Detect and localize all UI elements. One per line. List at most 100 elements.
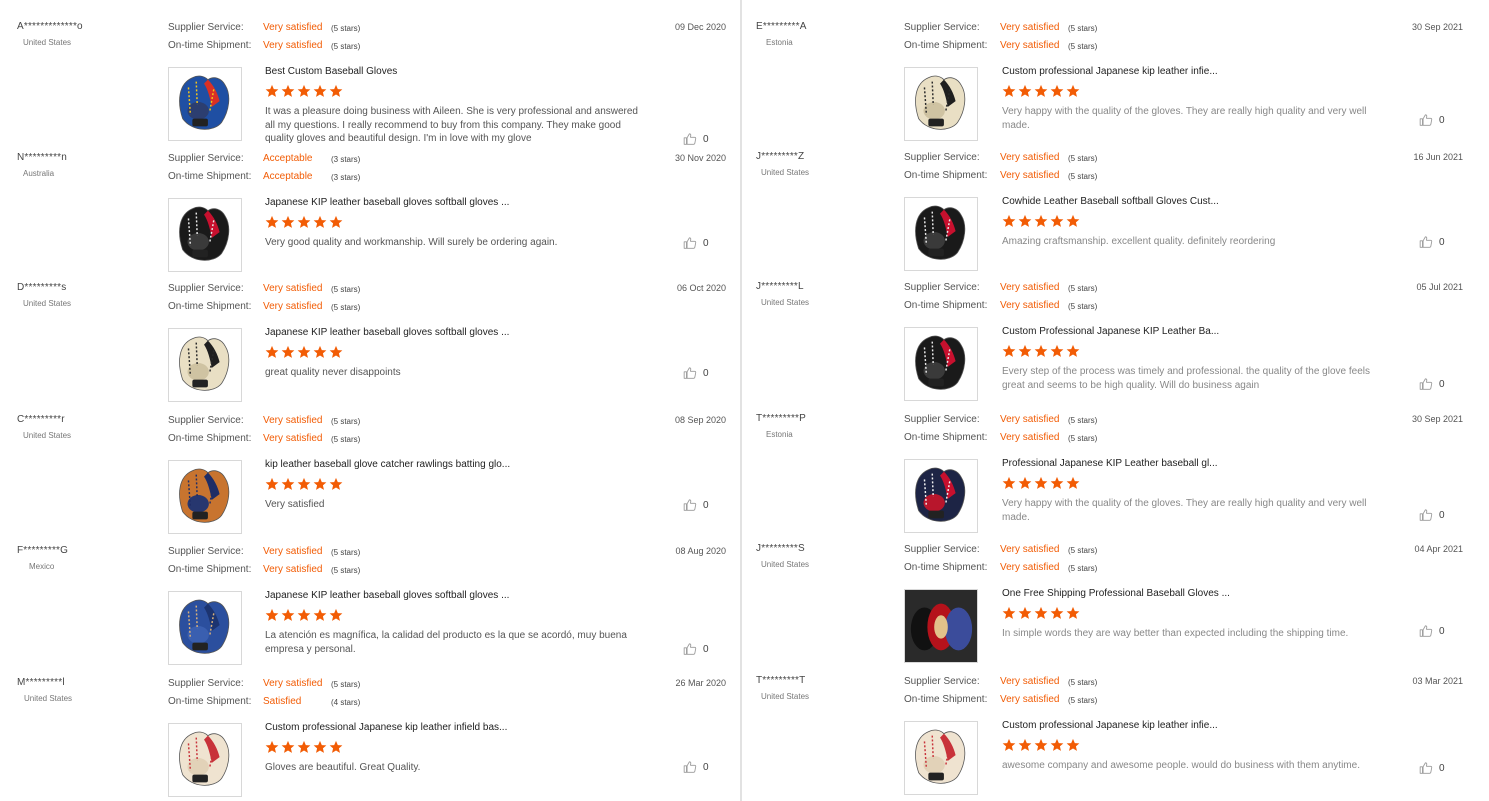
buyer-name: T*********P <box>756 413 807 424</box>
product-title-link[interactable]: Professional Japanese KIP Leather baseba… <box>1002 458 1218 469</box>
product-thumbnail[interactable] <box>168 723 242 797</box>
helpful-count: 0 <box>1439 114 1445 126</box>
star-icon <box>281 608 295 621</box>
star-icon <box>281 477 295 490</box>
star-icon <box>297 345 311 358</box>
product-thumbnail[interactable] <box>168 328 242 402</box>
thumbs-up-icon[interactable] <box>1419 377 1433 391</box>
helpful-count: 0 <box>1439 236 1445 248</box>
product-thumbnail[interactable] <box>168 591 242 665</box>
ontime-shipment-stars: (5 stars) <box>331 42 361 51</box>
review-item: T*********T United States Supplier Service… <box>741 654 1489 795</box>
product-title-link[interactable]: Custom Professional Japanese KIP Leather… <box>1002 326 1219 337</box>
star-icon <box>313 215 327 228</box>
thumbs-up-icon[interactable] <box>1419 235 1433 249</box>
thumbs-up-icon[interactable] <box>683 366 697 380</box>
ontime-shipment-rating: Very satisfied <box>263 564 323 575</box>
star-icon <box>1066 606 1080 619</box>
thumbs-up-icon[interactable] <box>683 498 697 512</box>
thumbs-up-icon[interactable] <box>683 642 697 656</box>
helpful-button[interactable]: 0 <box>683 366 709 380</box>
supplier-service-label: Supplier Service: <box>168 415 244 426</box>
product-title-link[interactable]: Best Custom Baseball Gloves <box>265 66 397 77</box>
thumbs-up-icon[interactable] <box>683 236 697 250</box>
star-icon <box>313 84 327 97</box>
gloves-dark-group-icon <box>905 590 977 662</box>
helpful-button[interactable]: 0 <box>1419 761 1445 775</box>
thumbs-up-icon[interactable] <box>1419 624 1433 638</box>
ontime-shipment-rating: Very satisfied <box>1000 432 1060 443</box>
supplier-service-label: Supplier Service: <box>168 678 244 689</box>
star-icon <box>313 740 327 753</box>
buyer-name: M*********l <box>17 677 65 688</box>
reviews-column-left: A*************o United States Supplier Ser… <box>0 0 740 801</box>
product-title-link[interactable]: Japanese KIP leather baseball gloves sof… <box>265 197 509 208</box>
ontime-shipment-label: On-time Shipment: <box>168 564 252 575</box>
product-title-link[interactable]: Custom professional Japanese kip leather… <box>1002 66 1218 77</box>
glove-cream-red-icon <box>169 724 241 796</box>
ontime-shipment-rating: Very satisfied <box>263 40 323 51</box>
star-icon <box>281 345 295 358</box>
ontime-shipment-stars: (5 stars) <box>331 566 361 575</box>
helpful-button[interactable]: 0 <box>1419 624 1445 638</box>
helpful-button[interactable]: 0 <box>683 760 709 774</box>
ontime-shipment-label: On-time Shipment: <box>168 301 252 312</box>
star-icon <box>1018 476 1032 489</box>
star-icon <box>265 84 279 97</box>
supplier-service-rating: Acceptable <box>263 153 313 164</box>
review-comment: Very good quality and workmanship. Will … <box>265 237 558 248</box>
helpful-button[interactable]: 0 <box>1419 377 1445 391</box>
review-comment: awesome company and awesome people. woul… <box>1002 760 1360 771</box>
star-icon <box>281 84 295 97</box>
ontime-shipment-label: On-time Shipment: <box>904 694 988 705</box>
helpful-button[interactable]: 0 <box>683 642 709 656</box>
star-icon <box>1050 606 1064 619</box>
review-date: 05 Jul 2021 <box>1416 282 1463 292</box>
buyer-country: United States <box>23 431 72 440</box>
star-icon <box>1002 476 1016 489</box>
product-title-link[interactable]: Japanese KIP leather baseball gloves sof… <box>265 327 509 338</box>
product-title-link[interactable]: Japanese KIP leather baseball gloves sof… <box>265 590 509 601</box>
product-title-link[interactable]: Custom professional Japanese kip leather… <box>265 722 507 733</box>
star-icon <box>297 608 311 621</box>
review-date: 06 Oct 2020 <box>676 283 726 293</box>
helpful-button[interactable]: 0 <box>683 498 709 512</box>
product-title-link[interactable]: One Free Shipping Professional Baseball … <box>1002 588 1230 599</box>
review-item: D*********s United States Supplier Service… <box>0 261 740 402</box>
ontime-shipment-rating: Very satisfied <box>1000 694 1060 705</box>
supplier-service-label: Supplier Service: <box>904 414 980 425</box>
product-thumbnail[interactable] <box>904 589 978 663</box>
buyer-name: J*********S <box>756 543 805 554</box>
helpful-count: 0 <box>703 499 709 511</box>
supplier-service-label: Supplier Service: <box>168 546 244 557</box>
product-title-link[interactable]: Custom professional Japanese kip leather… <box>1002 720 1218 731</box>
product-thumbnail[interactable] <box>168 460 242 534</box>
supplier-service-stars: (5 stars) <box>1068 24 1098 33</box>
review-item: T*********P Estonia Supplier Service: Very … <box>741 392 1489 533</box>
star-icon <box>1002 606 1016 619</box>
star-icon <box>1050 476 1064 489</box>
thumbs-up-icon[interactable] <box>1419 761 1433 775</box>
review-item: N*********n Australia Supplier Service: Acc… <box>0 131 740 272</box>
product-title-link[interactable]: Cowhide Leather Baseball softball Gloves… <box>1002 196 1219 207</box>
buyer-country: United States <box>761 168 810 177</box>
helpful-button[interactable]: 0 <box>1419 235 1445 249</box>
product-thumbnail[interactable] <box>904 327 978 401</box>
star-icon <box>1050 738 1064 751</box>
review-star-rating <box>265 477 343 493</box>
buyer-country: United States <box>23 299 72 308</box>
helpful-button[interactable]: 0 <box>1419 508 1445 522</box>
product-thumbnail[interactable] <box>904 721 978 795</box>
thumbs-up-icon[interactable] <box>1419 113 1433 127</box>
ontime-shipment-label: On-time Shipment: <box>904 562 988 573</box>
product-title-link[interactable]: kip leather baseball glove catcher rawli… <box>265 459 510 470</box>
buyer-name: J*********Z <box>756 151 805 162</box>
ontime-shipment-label: On-time Shipment: <box>904 300 988 311</box>
review-date: 30 Sep 2021 <box>1411 414 1463 424</box>
helpful-button[interactable]: 0 <box>1419 113 1445 127</box>
supplier-service-stars: (5 stars) <box>331 548 361 557</box>
product-thumbnail[interactable] <box>168 67 242 141</box>
thumbs-up-icon[interactable] <box>683 760 697 774</box>
helpful-button[interactable]: 0 <box>683 236 709 250</box>
thumbs-up-icon[interactable] <box>1419 508 1433 522</box>
